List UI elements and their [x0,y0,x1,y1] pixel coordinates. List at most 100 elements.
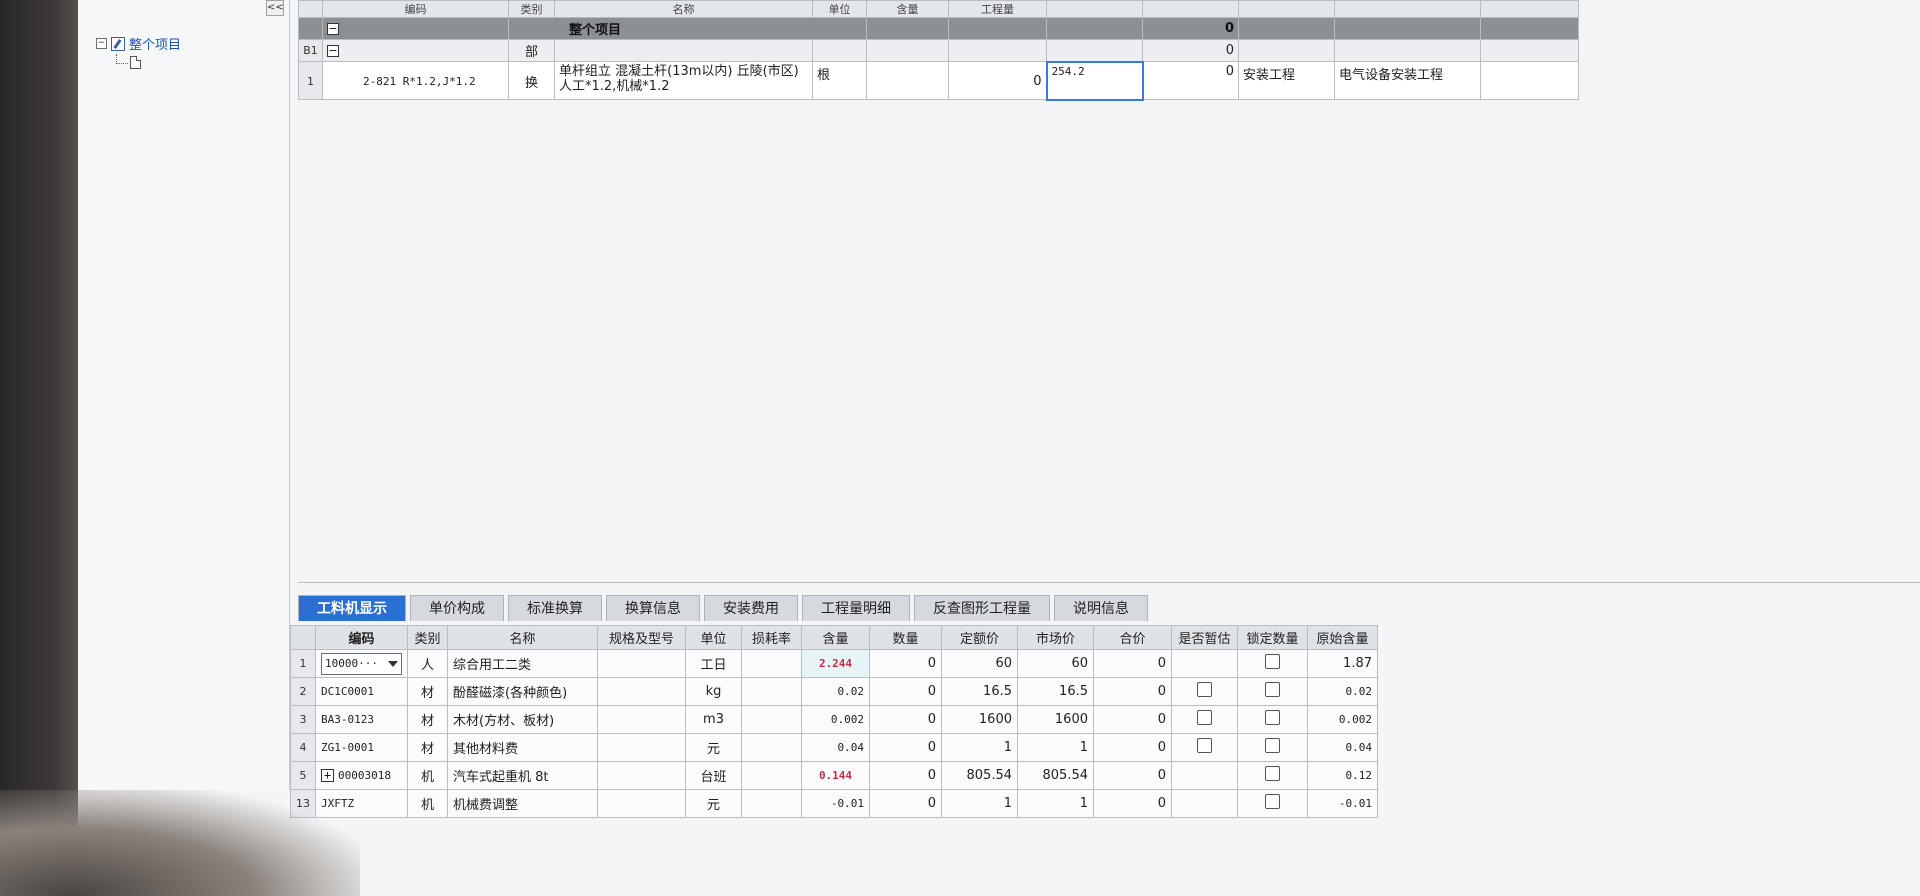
chevron-down-icon[interactable] [388,660,398,667]
cell-spec[interactable] [597,677,686,706]
item-quantity[interactable]: 0 [948,61,1047,100]
group-collapse-icon[interactable]: − [327,23,339,35]
col-header-spec[interactable]: 规格及型号 [597,625,686,650]
code-dropdown[interactable]: 10000··· [321,652,402,675]
cell-market-price[interactable]: 1600 [1017,705,1094,734]
cell-unit[interactable]: 元 [685,733,742,762]
col-header-type[interactable]: 类别 [508,0,555,18]
cell-spec[interactable] [597,761,686,790]
cell-content[interactable]: 0.002 [801,705,870,734]
lock-quantity-checkbox[interactable] [1265,794,1280,809]
cell-name[interactable]: 其他材料费 [447,733,598,762]
cell-estimate[interactable] [1171,761,1238,790]
cell-content[interactable]: 0.02 [801,677,870,706]
cell-quantity[interactable]: 0 [869,705,942,734]
tab-unit-price[interactable]: 单价构成 [410,595,504,621]
cell-type[interactable]: 材 [407,677,448,706]
estimate-checkbox[interactable] [1197,682,1212,697]
cell-spec[interactable] [597,733,686,762]
cell-original[interactable]: 1.87 [1307,649,1378,678]
item-specialty[interactable]: 安装工程 [1238,61,1335,100]
item-category[interactable]: 电气设备安装工程 [1334,61,1481,100]
cell-quota-price[interactable]: 16.5 [941,677,1018,706]
tree-collapse-icon[interactable]: − [96,38,107,49]
lock-quantity-checkbox[interactable] [1265,682,1280,697]
cell-total[interactable]: 0 [1093,649,1172,678]
col-header-quantity[interactable]: 工程量 [948,0,1047,18]
col-header-content[interactable]: 含量 [866,0,949,18]
cell-loss[interactable] [741,677,802,706]
cell-name[interactable]: 木材(方材、板材) [447,705,598,734]
item-type[interactable]: 换 [508,61,555,100]
cell-name[interactable]: 综合用工二类 [447,649,598,678]
col-header-content[interactable]: 含量 [801,625,870,650]
cell-market-price[interactable]: 16.5 [1017,677,1094,706]
cell-original[interactable]: -0.01 [1307,789,1378,818]
cell-type[interactable]: 机 [407,761,448,790]
col-header-quantity[interactable]: 数量 [869,625,942,650]
cell-quota-price[interactable]: 1 [941,789,1018,818]
cell-estimate[interactable] [1171,649,1238,678]
col-header-type[interactable]: 类别 [407,625,448,650]
tab-graphic-quantity[interactable]: 反查图形工程量 [914,595,1050,621]
row-number[interactable]: 5 [290,761,316,790]
table-row[interactable]: 5 +00003018 机 汽车式起重机 8t 台班 0.144 0 805.5… [290,761,1378,790]
table-row[interactable]: 4 ZG1-0001 材 其他材料费 元 0.04 0 1 1 0 0.04 [290,733,1378,762]
tree-root-label[interactable]: 整个项目 [129,34,181,53]
cell-original[interactable]: 0.002 [1307,705,1378,734]
cell-spec[interactable] [597,649,686,678]
cell-total[interactable]: 0 [1093,677,1172,706]
table-row[interactable]: 2 DC1C0001 材 酚醛磁漆(各种颜色) kg 0.02 0 16.5 1… [290,677,1378,706]
cell-total[interactable]: 0 [1093,733,1172,762]
row-number[interactable]: 1 [298,61,323,100]
cell-quantity[interactable]: 0 [869,733,942,762]
cell-content[interactable]: 2.244 [801,649,870,678]
cell-loss[interactable] [741,649,802,678]
col-header-loss[interactable]: 损耗率 [741,625,802,650]
cell-code[interactable]: DC1C0001 [315,677,408,706]
row-number[interactable]: 2 [290,677,316,706]
cell-unit[interactable]: 台班 [685,761,742,790]
cell-loss[interactable] [741,761,802,790]
cell-market-price[interactable]: 805.54 [1017,761,1094,790]
cell-quantity[interactable]: 0 [869,677,942,706]
cell-code[interactable]: BA3-0123 [315,705,408,734]
lock-quantity-checkbox[interactable] [1265,738,1280,753]
row-number[interactable]: 1 [290,649,316,678]
col-header-lock[interactable]: 锁定数量 [1237,625,1308,650]
cell-name[interactable]: 汽车式起重机 8t [447,761,598,790]
cell-market-price[interactable]: 1 [1017,733,1094,762]
col-header-market-price[interactable]: 市场价 [1017,625,1094,650]
cell-estimate[interactable] [1171,789,1238,818]
col-header-unit[interactable]: 单位 [685,625,742,650]
col-header-unit[interactable]: 单位 [812,0,867,18]
cell-loss[interactable] [741,705,802,734]
expand-row-icon[interactable]: + [321,769,334,782]
row-number[interactable]: B1 [298,39,323,62]
cell-original[interactable]: 0.04 [1307,733,1378,762]
row-number[interactable]: 4 [290,733,316,762]
item-code[interactable]: 2-821 R*1.2,J*1.2 [322,61,509,100]
cell-name[interactable]: 机械费调整 [447,789,598,818]
cell-spec[interactable] [597,705,686,734]
cell-quantity[interactable]: 0 [869,649,942,678]
table-row[interactable]: 13 JXFTZ 机 机械费调整 元 -0.01 0 1 1 0 -0.01 [290,789,1378,818]
cell-content[interactable]: -0.01 [801,789,870,818]
cell-code[interactable]: ZG1-0001 [315,733,408,762]
col-header-code[interactable]: 编码 [315,625,408,650]
cell-original[interactable]: 0.02 [1307,677,1378,706]
lock-quantity-checkbox[interactable] [1265,654,1280,669]
item-name[interactable]: 单杆组立 混凝土杆(13m以内) 丘陵(市区) 人工*1.2,机械*1.2 [554,61,813,100]
cell-quantity[interactable]: 0 [869,761,942,790]
cell-quota-price[interactable]: 805.54 [941,761,1018,790]
item-quantity-edit-field[interactable]: 254.2 [1045,60,1144,101]
group-row[interactable]: − 整个项目 0 [298,17,1579,40]
cell-unit[interactable]: 元 [685,789,742,818]
tree-root-node[interactable]: − 整个项目 [96,34,181,53]
col-header-code[interactable]: 编码 [322,0,509,18]
cell-market-price[interactable]: 1 [1017,789,1094,818]
lock-quantity-checkbox[interactable] [1265,766,1280,781]
collapse-panel-button[interactable]: << [266,0,284,16]
section-row[interactable]: B1 − 部 0 [298,39,1579,62]
cell-loss[interactable] [741,733,802,762]
